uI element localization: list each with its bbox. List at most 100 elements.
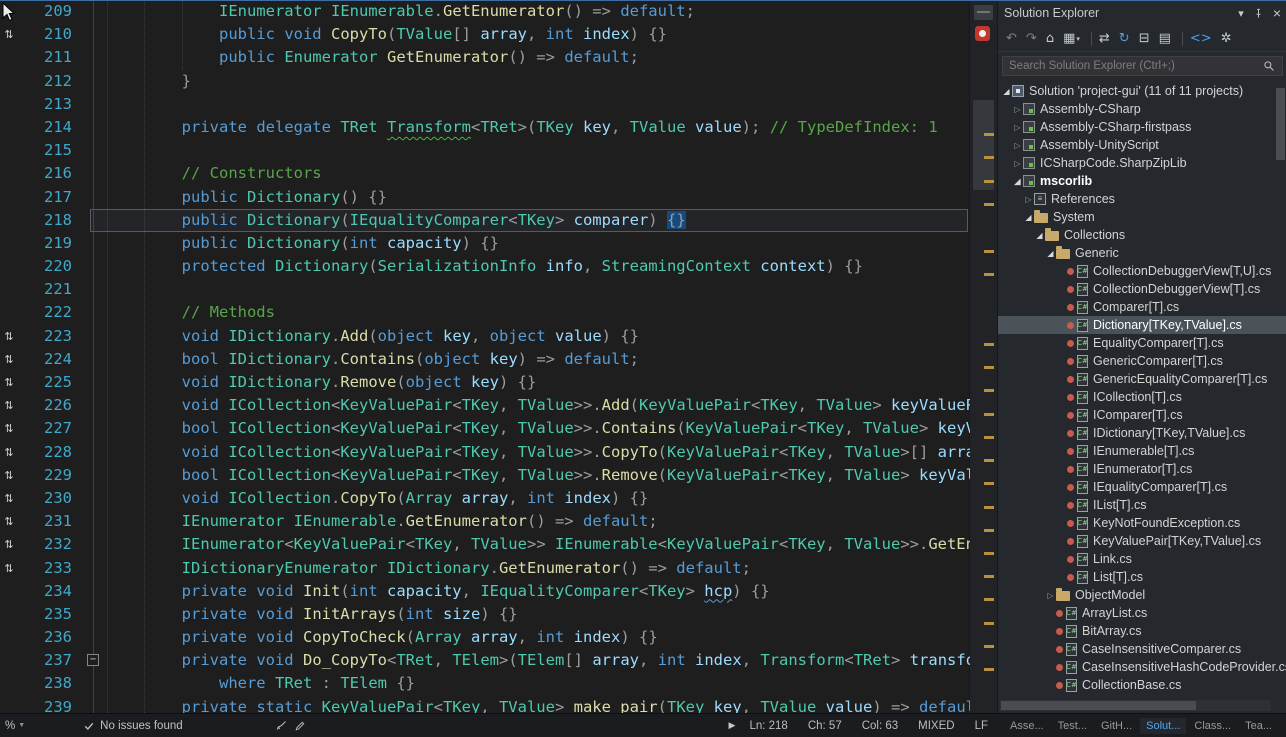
line-number[interactable]: 219 [0,232,72,255]
line-indicator[interactable]: Ln: 218 [749,720,787,732]
line-number[interactable]: 226 [0,394,72,417]
code-line[interactable]: ⇅224 bool IDictionary.Contains(object ke… [0,348,970,371]
collapse-all-icon[interactable]: ⊟ [1139,31,1150,46]
code-line[interactable]: 239 private static KeyValuePair<TKey, TV… [0,696,970,713]
code-line[interactable]: 234 private void Init(int capacity, IEqu… [0,580,970,603]
code-line[interactable]: 212 } [0,70,970,93]
panel-tab[interactable]: Asse... [1004,718,1050,734]
tree-item[interactable]: C#GenericEqualityComparer[T].cs [998,370,1286,388]
sync-with-active-document-icon[interactable]: ⇄ [1099,31,1110,46]
tree-item[interactable]: ▷Assembly-UnityScript [998,136,1286,154]
code-line[interactable]: ⇅233 IDictionaryEnumerator IDictionary.G… [0,557,970,580]
scrollbar-thumb[interactable] [1276,88,1285,160]
tree-item[interactable]: C#List[T].cs [998,568,1286,586]
tree-item[interactable]: C#IList[T].cs [998,496,1286,514]
line-number[interactable]: 238 [0,672,72,695]
line-number[interactable]: 214 [0,116,72,139]
code-line[interactable]: ⇅225 void IDictionary.Remove(object key)… [0,371,970,394]
code-line[interactable]: 215 [0,139,970,162]
indentation-indicator[interactable]: MIXED [918,720,954,732]
line-number[interactable]: 228 [0,441,72,464]
expand-arrow-icon[interactable]: ◢ [1001,87,1012,96]
pin-icon[interactable] [1253,8,1264,19]
tree-item[interactable]: C#GenericComparer[T].cs [998,352,1286,370]
code-line[interactable]: 211 public Enumerator GetEnumerator() =>… [0,46,970,69]
line-number[interactable]: 218 [0,209,72,232]
show-all-files-icon[interactable]: ▤ [1159,31,1171,46]
expand-arrow-icon[interactable]: ▷ [1023,195,1034,204]
tree-item[interactable]: C#IEnumerator[T].cs [998,460,1286,478]
line-number[interactable]: 217 [0,186,72,209]
edit-mode-pencil-icon[interactable] [294,720,306,732]
tree-item[interactable]: C#Dictionary[TKey,TValue].cs [998,316,1286,334]
code-line[interactable]: 217 public Dictionary() {} [0,186,970,209]
tree-item[interactable]: ▷Assembly-CSharp-firstpass [998,118,1286,136]
expand-arrow-icon[interactable]: ◢ [1012,177,1023,186]
tree-item[interactable]: C#KeyValuePair[TKey,TValue].cs [998,532,1286,550]
tree-item[interactable]: ◢System [998,208,1286,226]
code-line[interactable]: 218 public Dictionary(IEqualityComparer<… [0,209,970,232]
tree-item[interactable]: C#KeyNotFoundException.cs [998,514,1286,532]
tree-item[interactable]: ▷Assembly-CSharp [998,100,1286,118]
line-number[interactable]: 210 [0,23,72,46]
code-line[interactable]: 219 public Dictionary(int capacity) {} [0,232,970,255]
panel-horizontal-scrollbar[interactable] [1000,700,1271,711]
expand-arrow-icon[interactable]: ▷ [1012,105,1023,114]
panel-tab[interactable]: GitH... [1095,718,1138,734]
zoom-level[interactable]: %▼ [5,720,25,732]
expand-arrow-icon[interactable]: ▷ [1012,141,1023,150]
line-number[interactable]: 236 [0,626,72,649]
eol-indicator[interactable]: LF [975,720,988,732]
code-line[interactable]: 238 where TRet : TElem {} [0,672,970,695]
scrollbar-thumb[interactable] [1001,701,1196,710]
code-line[interactable]: ⇅228 void ICollection<KeyValuePair<TKey,… [0,441,970,464]
line-number[interactable]: 222 [0,301,72,324]
code-line[interactable]: ⇅229 bool ICollection<KeyValuePair<TKey,… [0,464,970,487]
panel-tab[interactable]: Tea... [1239,718,1278,734]
tree-item[interactable]: C#CaseInsensitiveComparer.cs [998,640,1286,658]
tree-item[interactable]: C#ICollection[T].cs [998,388,1286,406]
line-number[interactable]: 221 [0,278,72,301]
expand-arrow-icon[interactable]: ▷ [1012,123,1023,132]
line-number[interactable]: 215 [0,139,72,162]
line-number[interactable]: 233 [0,557,72,580]
column-indicator[interactable]: Col: 63 [862,720,898,732]
line-number[interactable]: 239 [0,696,72,713]
line-number[interactable]: 237 [0,649,72,672]
tree-item[interactable]: C#CollectionBase.cs [998,676,1286,694]
line-number[interactable]: 220 [0,255,72,278]
tree-item[interactable]: C#IEqualityComparer[T].cs [998,478,1286,496]
nav-back-icon[interactable]: ↶ [1006,31,1017,46]
tree-item[interactable]: ◢Solution 'project-gui' (11 of 11 projec… [998,82,1286,100]
tree-item[interactable]: C#Comparer[T].cs [998,298,1286,316]
code-line[interactable]: ⇅223 void IDictionary.Add(object key, ob… [0,325,970,348]
line-number[interactable]: 235 [0,603,72,626]
character-indicator[interactable]: Ch: 57 [808,720,842,732]
line-number[interactable]: 224 [0,348,72,371]
tree-item[interactable]: C#CollectionDebuggerView[T,U].cs [998,262,1286,280]
scrollbar-split-handle[interactable] [974,5,993,20]
code-area[interactable]: 209 IEnumerator IEnumerable.GetEnumerato… [0,0,970,713]
home-icon[interactable]: ⌂ [1046,31,1054,46]
line-number[interactable]: 234 [0,580,72,603]
code-line[interactable]: ⇅227 bool ICollection<KeyValuePair<TKey,… [0,417,970,440]
tree-item[interactable]: C#IComparer[T].cs [998,406,1286,424]
code-line[interactable]: ⇅232 IEnumerator<KeyValuePair<TKey, TVal… [0,533,970,556]
properties-icon[interactable]: ✲ [1221,31,1232,46]
tree-item[interactable]: C#Link.cs [998,550,1286,568]
panel-tab[interactable]: Test... [1052,718,1093,734]
panel-tab[interactable]: Class... [1188,718,1237,734]
code-line[interactable]: 222 // Methods [0,301,970,324]
tree-item[interactable]: ▷ObjectModel [998,586,1286,604]
code-line[interactable]: 214 private delegate TRet Transform<TRet… [0,116,970,139]
code-line[interactable]: 216 // Constructors [0,162,970,185]
expand-arrow-icon[interactable]: ◢ [1045,249,1056,258]
line-number[interactable]: 232 [0,533,72,556]
status-expand-icon[interactable]: ▶ [729,720,736,731]
code-line[interactable]: ⇅210 public void CopyTo(TValue[] array, … [0,23,970,46]
line-number[interactable]: 211 [0,46,72,69]
code-line[interactable]: ⇅230 void ICollection.CopyTo(Array array… [0,487,970,510]
code-line[interactable]: 213 [0,93,970,116]
code-line[interactable]: 221 [0,278,970,301]
scrollbar-thumb[interactable] [973,100,994,190]
